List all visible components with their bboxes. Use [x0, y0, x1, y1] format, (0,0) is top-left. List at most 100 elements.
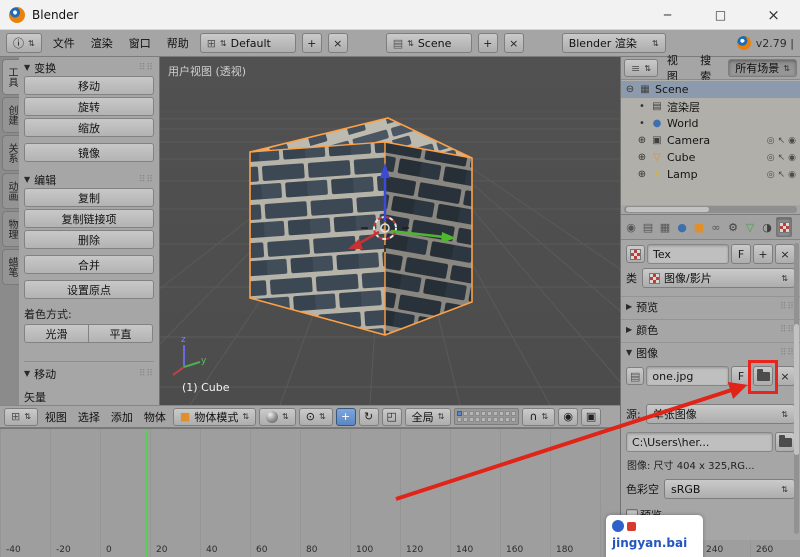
scale-button[interactable]: 缩放	[24, 118, 154, 137]
scene-add-button[interactable]: +	[477, 33, 498, 53]
mode-selector[interactable]: ■ 物体模式 ⇅	[172, 407, 257, 426]
viewport-editor-selector[interactable]: ⊞ ⇅	[4, 407, 38, 426]
outliner-editor-selector[interactable]: ≡ ⇅	[624, 59, 658, 77]
layout-add-button[interactable]: +	[301, 33, 322, 53]
close-button[interactable]: ×	[747, 0, 800, 29]
tab-object[interactable]: ■	[691, 217, 707, 237]
tree-item-render-layers[interactable]: • ▤ 渲染层	[621, 98, 800, 115]
open-image-button[interactable]	[748, 360, 778, 394]
panel-header-preview[interactable]: ▶ 预览 ⠿⠿	[621, 296, 800, 316]
collapse-icon[interactable]: ⊖	[625, 84, 635, 95]
duplicate-linked-button[interactable]: 复制链接项	[24, 209, 154, 228]
tool-tab-grease-pencil[interactable]: 蜡笔	[2, 249, 19, 285]
pivot-selector[interactable]: ⊙ ⇅	[298, 407, 333, 426]
tree-item-camera[interactable]: ⊕ ▣ Camera ◎ ↖ ◉	[621, 132, 800, 149]
new-texture-button[interactable]: +	[753, 244, 773, 264]
manipulator-rotate-toggle[interactable]: ↻	[358, 407, 379, 426]
render-icon[interactable]: ◉	[788, 136, 796, 146]
opengl-render-anim-button[interactable]: ▣	[581, 407, 602, 426]
render-engine-selector[interactable]: Blender 渲染 ⇅	[561, 33, 666, 53]
cube-mesh[interactable]	[249, 117, 473, 336]
orientation-selector[interactable]: 全局 ⇅	[404, 407, 452, 426]
tree-item-lamp[interactable]: ⊕ ☀ Lamp ◎ ↖ ◉	[621, 166, 800, 183]
image-fake-user-button[interactable]: F	[731, 366, 751, 386]
open-path-button[interactable]	[775, 432, 795, 452]
mirror-button[interactable]: 镜像	[24, 143, 154, 162]
expand-icon[interactable]: ⊕	[637, 152, 647, 163]
tool-tab-physics[interactable]: 物理	[2, 211, 19, 247]
shading-selector[interactable]: ⇅	[259, 407, 296, 426]
maximize-button[interactable]: □	[694, 0, 747, 29]
panel-header-redo-move[interactable]: ▼ 移动 ⠿⠿	[24, 361, 154, 382]
tool-tab-animation[interactable]: 动画	[2, 173, 19, 209]
menu-add[interactable]: 添加	[107, 409, 137, 425]
delete-button[interactable]: 删除	[24, 230, 154, 249]
expand-icon[interactable]: ⊕	[637, 169, 647, 180]
tree-item-world[interactable]: • ● World	[621, 115, 800, 132]
image-name-field[interactable]: one.jpg	[646, 366, 729, 386]
image-browse-selector[interactable]: ▤	[626, 367, 645, 385]
panel-header-edit[interactable]: ▼ 编辑 ⠿⠿	[24, 171, 154, 188]
manipulator-scale-toggle[interactable]: ◰	[381, 407, 402, 426]
shade-smooth-button[interactable]: 光滑	[24, 324, 89, 343]
properties-scrollbar[interactable]	[794, 243, 799, 534]
select-icon[interactable]: ↖	[778, 153, 786, 163]
menu-render[interactable]: 渲染	[86, 35, 118, 51]
eye-icon[interactable]: ◎	[767, 170, 775, 180]
panel-header-transform[interactable]: ▼ 变换 ⠿⠿	[24, 59, 154, 76]
outliner-scrollbar[interactable]	[621, 205, 800, 214]
set-origin-button[interactable]: 设置原点	[24, 280, 154, 299]
viewport-3d[interactable]: 用户视图 (透视) z y (1) Cube	[160, 57, 620, 405]
select-icon[interactable]: ↖	[778, 136, 786, 146]
shade-flat-button[interactable]: 平直	[88, 324, 153, 343]
unlink-image-button[interactable]: ×	[775, 366, 795, 386]
menu-view[interactable]: 视图	[41, 409, 71, 425]
playhead[interactable]	[146, 429, 148, 557]
fake-user-button[interactable]: F	[731, 244, 751, 264]
scene-filter-selector[interactable]: 所有场景 ⇅	[728, 59, 797, 77]
tab-render-layers[interactable]: ▤	[640, 217, 656, 237]
render-icon[interactable]: ◉	[788, 170, 796, 180]
scene-selector[interactable]: ▤ ⇅ Scene	[385, 33, 472, 53]
layers-widget[interactable]	[454, 408, 520, 425]
tab-world[interactable]: ●	[674, 217, 690, 237]
menu-select[interactable]: 选择	[74, 409, 104, 425]
tab-constraints[interactable]: ∞	[708, 217, 724, 237]
translate-button[interactable]: 移动	[24, 76, 154, 95]
opengl-render-button[interactable]: ◉	[558, 407, 579, 426]
eye-icon[interactable]: ◎	[767, 153, 775, 163]
texture-type-selector[interactable]: 图像/影片 ⇅	[642, 268, 795, 288]
minimize-button[interactable]: ─	[641, 0, 694, 29]
image-source-selector[interactable]: 单张图像 ⇅	[645, 404, 795, 424]
expand-icon[interactable]: ⊕	[637, 135, 647, 146]
tab-render[interactable]: ◉	[623, 217, 639, 237]
tab-scene[interactable]: ▦	[657, 217, 673, 237]
tree-item-cube[interactable]: ⊕ ▽ Cube ◎ ↖ ◉	[621, 149, 800, 166]
tool-tab-tools[interactable]: 工具	[2, 59, 19, 95]
menu-object[interactable]: 物体	[140, 409, 170, 425]
rotate-button[interactable]: 旋转	[24, 97, 154, 116]
tab-texture[interactable]	[776, 217, 792, 237]
tree-item-scene[interactable]: ⊖ ▦ Scene	[621, 81, 800, 98]
unlink-texture-button[interactable]: ×	[775, 244, 795, 264]
duplicate-button[interactable]: 复制	[24, 188, 154, 207]
texture-browse-selector[interactable]	[626, 245, 645, 263]
manipulator-translate-toggle[interactable]: +	[335, 407, 356, 426]
menu-help[interactable]: 帮助	[162, 35, 194, 51]
panel-header-image[interactable]: ▼ 图像 ⠿⠿	[621, 342, 800, 362]
scene-close-button[interactable]: ×	[503, 33, 524, 53]
texture-name-field[interactable]: Tex	[647, 244, 729, 264]
colorspace-selector[interactable]: sRGB ⇅	[664, 479, 795, 499]
menu-file[interactable]: 文件	[48, 35, 80, 51]
info-editor-selector[interactable]: ⓘ ⇅	[6, 33, 42, 53]
tab-object-data[interactable]: ▽	[742, 217, 758, 237]
snap-selector[interactable]: ∩ ⇅	[522, 407, 556, 426]
panel-header-colors[interactable]: ▶ 颜色 ⠿⠿	[621, 319, 800, 339]
tool-tab-relations[interactable]: 关系	[2, 135, 19, 171]
render-icon[interactable]: ◉	[788, 153, 796, 163]
eye-icon[interactable]: ◎	[767, 136, 775, 146]
join-button[interactable]: 合并	[24, 255, 154, 274]
layout-close-button[interactable]: ×	[327, 33, 348, 53]
screen-layout-selector[interactable]: ⊞ ⇅ Default	[199, 33, 296, 53]
tab-material[interactable]: ◑	[759, 217, 775, 237]
